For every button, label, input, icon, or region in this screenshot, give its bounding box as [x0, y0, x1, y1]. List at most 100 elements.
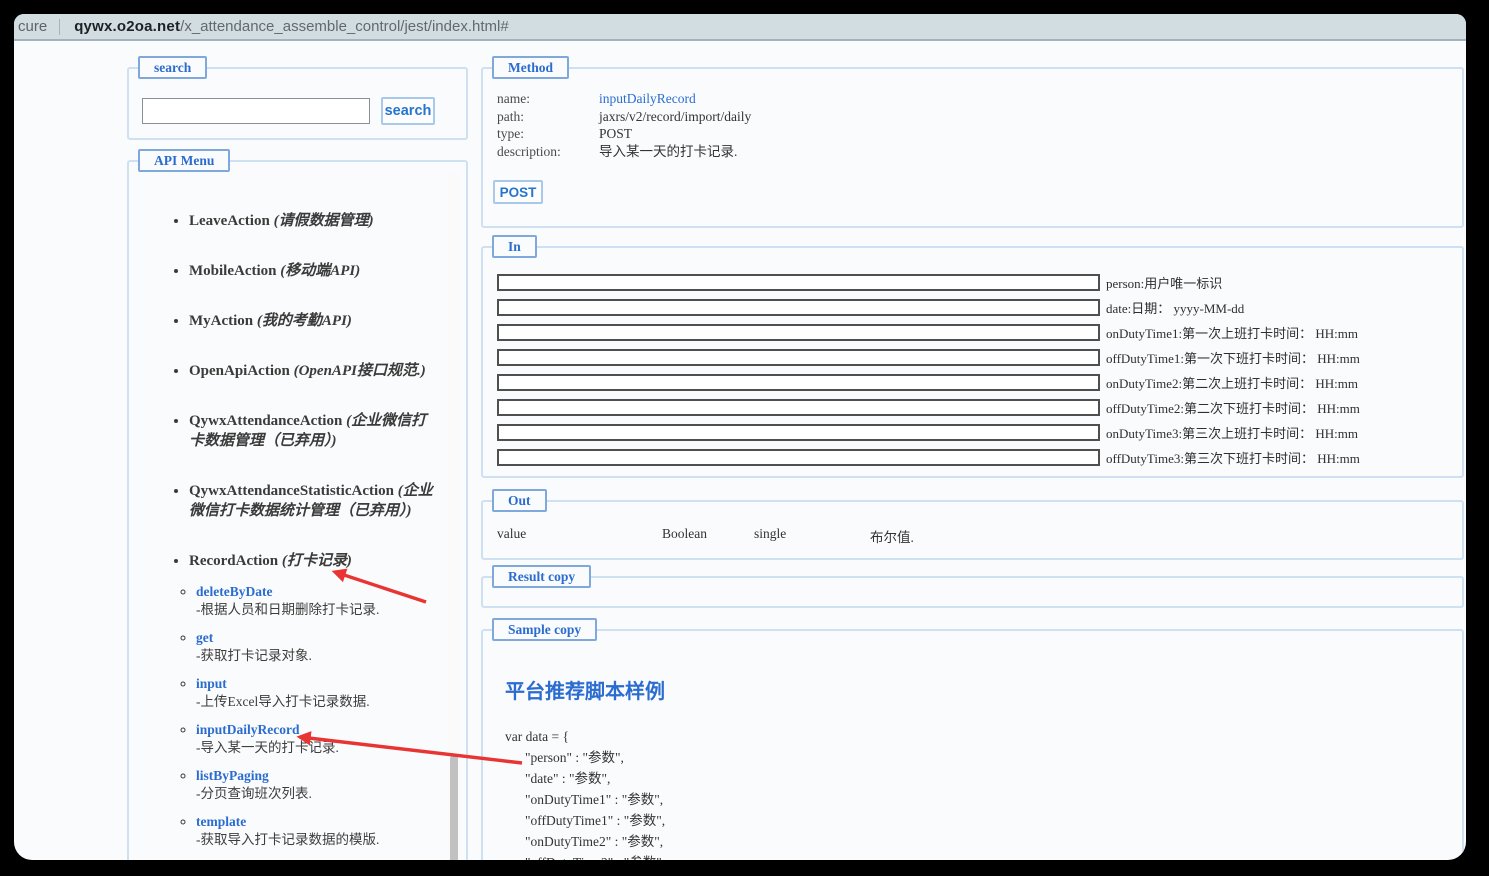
address-bar-divider	[59, 18, 61, 35]
method-desc: -导入某一天的打卡记录.	[196, 740, 339, 755]
in-field-offdutytime3[interactable]	[497, 449, 1100, 466]
sample-copy-panel: Sample copy 平台推荐脚本样例 var data = { "perso…	[481, 618, 1464, 860]
url-host: qywx.o2oa.net	[74, 18, 181, 35]
in-row-ondutytime1: onDutyTime1:第一次上班打卡时间： HH:mm	[497, 320, 1462, 345]
search-panel-legend: search	[138, 56, 208, 79]
sample-copy-legend: Sample copy	[492, 618, 598, 641]
in-label-offdutytime2: offDutyTime2:第二次下班打卡时间： HH:mm	[1106, 401, 1360, 416]
code-line: "person" : "参数",	[525, 750, 624, 765]
out-panel: Out value Boolean single 布尔值.	[481, 489, 1464, 560]
method-type-value: POST	[599, 126, 633, 141]
api-action-recordaction[interactable]: RecordAction (打卡记录) deleteByDate -根据人员和日…	[189, 551, 436, 849]
in-row-ondutytime3: onDutyTime3:第三次上班打卡时间： HH:mm	[497, 420, 1462, 445]
method-link[interactable]: deleteByDate	[196, 584, 272, 599]
in-row-date: date:日期： yyyy-MM-dd	[497, 295, 1462, 320]
api-action-qywxattendanceaction[interactable]: QywxAttendanceAction (企业微信打卡数据管理（已弃用）)	[189, 411, 436, 451]
out-desc: 布尔值.	[870, 530, 914, 545]
code-line: "onDutyTime1" : "参数",	[525, 792, 664, 807]
in-row-offdutytime1: offDutyTime1:第一次下班打卡时间： HH:mm	[497, 345, 1462, 370]
action-desc: (请假数据管理)	[273, 213, 374, 229]
api-action-leaveaction[interactable]: LeaveAction (请假数据管理)	[189, 211, 436, 231]
code-line: "date" : "参数",	[525, 771, 611, 786]
method-type-row: type: POST	[497, 125, 1462, 143]
code-line: "onDutyTime2" : "参数",	[525, 834, 664, 849]
search-button[interactable]: search	[381, 97, 435, 125]
method-desc: -根据人员和日期删除打卡记录.	[196, 602, 380, 617]
method-path-row: path: jaxrs/v2/record/import/daily	[497, 108, 1462, 126]
method-type-label: type:	[497, 126, 524, 141]
record-method-list: deleteByDate -根据人员和日期删除打卡记录. get -获取打卡记录…	[189, 583, 436, 849]
api-menu-scroll-area[interactable]: LeaveAction (请假数据管理) MobileAction (移动端AP…	[129, 162, 466, 860]
in-label-person: person:用户唯一标识	[1106, 276, 1223, 291]
out-row: value Boolean single 布尔值.	[483, 502, 1462, 546]
method-name-label: name:	[497, 91, 530, 106]
method-desc: -获取打卡记录对象.	[196, 648, 312, 663]
in-field-offdutytime1[interactable]	[497, 349, 1100, 366]
out-panel-legend: Out	[492, 489, 547, 512]
method-name-value[interactable]: inputDailyRecord	[599, 90, 696, 108]
in-panel: In person:用户唯一标识 date:日期： yyyy-MM-dd onD…	[481, 235, 1464, 478]
method-detail-rows: name: inputDailyRecord path: jaxrs/v2/re…	[483, 69, 1462, 160]
api-action-qywxattendancestatisticaction[interactable]: QywxAttendanceStatisticAction (企业微信打卡数据统…	[189, 481, 436, 521]
api-action-list: LeaveAction (请假数据管理) MobileAction (移动端AP…	[129, 211, 436, 849]
action-name: OpenApiAction	[189, 363, 290, 379]
in-field-rows: person:用户唯一标识 date:日期： yyyy-MM-dd onDuty…	[483, 248, 1462, 470]
menu-scrollbar-track[interactable]	[448, 174, 460, 860]
in-label-ondutytime2: onDutyTime2:第二次上班打卡时间： HH:mm	[1106, 376, 1358, 391]
action-name: RecordAction	[189, 553, 279, 569]
in-label-ondutytime3: onDutyTime3:第三次上班打卡时间： HH:mm	[1106, 426, 1358, 441]
method-desc: -分页查询班次列表.	[196, 786, 312, 801]
method-desc: -上传Excel导入打卡记录数据.	[196, 694, 370, 709]
method-link[interactable]: get	[196, 630, 213, 645]
browser-address-bar[interactable]: cure qywx.o2oa.net/x_attendance_assemble…	[14, 14, 1466, 41]
method-link[interactable]: template	[196, 814, 246, 829]
in-field-ondutytime2[interactable]	[497, 374, 1100, 391]
search-input[interactable]	[142, 98, 370, 124]
action-name: MobileAction	[189, 263, 277, 279]
sample-title: 平台推荐脚本样例	[505, 681, 665, 703]
sample-code: var data = { "person" : "参数", "date" : "…	[505, 726, 1462, 860]
post-execute-button[interactable]: POST	[493, 180, 543, 204]
action-desc: (移动端API)	[280, 263, 361, 279]
in-label-offdutytime1: offDutyTime1:第一次下班打卡时间： HH:mm	[1106, 351, 1360, 366]
method-description-row: description: 导入某一天的打卡记录.	[497, 143, 1462, 161]
in-field-ondutytime3[interactable]	[497, 424, 1100, 441]
method-description-label: description:	[497, 143, 561, 159]
action-desc: (打卡记录)	[281, 553, 352, 569]
in-field-date[interactable]	[497, 299, 1100, 316]
in-row-offdutytime3: offDutyTime3:第三次下班打卡时间： HH:mm	[497, 445, 1462, 470]
method-description-value: 导入某一天的打卡记录.	[599, 143, 738, 159]
api-action-myaction[interactable]: MyAction (我的考勤API)	[189, 311, 436, 331]
method-listbypaging: listByPaging -分页查询班次列表.	[196, 767, 436, 803]
out-name: value	[497, 526, 527, 541]
method-panel-legend: Method	[492, 56, 569, 79]
method-deletebydate: deleteByDate -根据人员和日期删除打卡记录.	[196, 583, 436, 619]
result-copy-legend: Result copy	[492, 565, 592, 588]
method-link[interactable]: inputDailyRecord	[196, 722, 300, 737]
in-label-ondutytime1: onDutyTime1:第一次上班打卡时间： HH:mm	[1106, 326, 1358, 341]
in-panel-legend: In	[492, 235, 537, 258]
action-name: MyAction	[189, 313, 254, 329]
code-line: "offDutyTime1" : "参数",	[525, 813, 666, 828]
result-copy-panel: Result copy	[481, 565, 1464, 608]
in-field-ondutytime1[interactable]	[497, 324, 1100, 341]
url-path: /x_attendance_assemble_control/jest/inde…	[180, 18, 509, 35]
method-panel: Method name: inputDailyRecord path: jaxr…	[481, 56, 1464, 228]
url-text[interactable]: qywx.o2oa.net/x_attendance_assemble_cont…	[74, 18, 509, 35]
menu-scrollbar-thumb[interactable]	[450, 755, 458, 860]
out-cardinality: single	[754, 526, 787, 541]
api-action-openapiaction[interactable]: OpenApiAction (OpenAPI接口规范.)	[189, 361, 436, 381]
code-line: var data = {	[505, 729, 569, 744]
in-row-person: person:用户唯一标识	[497, 270, 1462, 295]
out-type: Boolean	[662, 526, 707, 541]
api-action-mobileaction[interactable]: MobileAction (移动端API)	[189, 261, 436, 281]
method-link[interactable]: input	[196, 676, 227, 691]
method-link[interactable]: listByPaging	[196, 768, 269, 783]
in-field-offdutytime2[interactable]	[497, 399, 1100, 416]
method-desc: -获取导入打卡记录数据的模版.	[196, 832, 380, 847]
in-field-person[interactable]	[497, 274, 1100, 291]
in-label-offdutytime3: offDutyTime3:第三次下班打卡时间： HH:mm	[1106, 451, 1360, 466]
method-get: get -获取打卡记录对象.	[196, 629, 436, 665]
code-line: "offDutyTime2" : "参数",	[505, 852, 1462, 860]
api-menu-panel: API Menu LeaveAction (请假数据管理) MobileActi…	[127, 149, 468, 860]
